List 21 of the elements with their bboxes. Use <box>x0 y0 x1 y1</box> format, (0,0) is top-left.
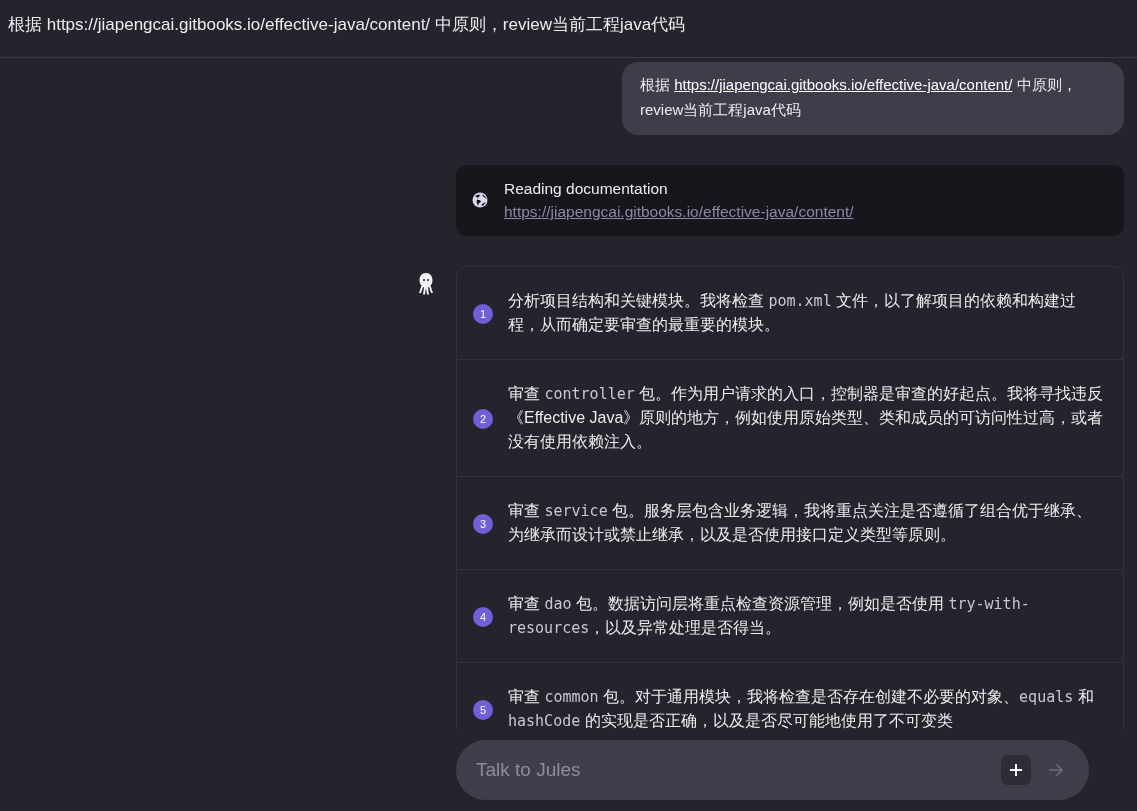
activity-title: Reading documentation <box>504 179 669 199</box>
add-button[interactable] <box>1001 755 1031 785</box>
step-number: 3 <box>473 514 493 534</box>
plus-icon <box>1009 763 1023 777</box>
step-text: 审查 service 包。服务层包含业务逻辑，我将重点关注是否遵循了组合优于继承、为继承而设计或禁止继承，以及是否使用接口定义类型等原则。 <box>508 500 1094 545</box>
step-text: 审查 controller 包。作为用户请求的入口，控制器是审查的好起点。我将寻找违反《Effective Java》原则的地方，例如使用原始类型、类和成员的可访问性过高，或者没有使用依赖注入。 <box>508 383 1105 452</box>
step-text: 分析项目结构和关键模块。我将检查 pom.xml 文件，以了解项目的依赖和构建过程，从而确定要审查的最重要的模块。 <box>508 290 1078 335</box>
step-text: 审查 common 包。对于通用模块，我将检查是否存在创建不必要的对象、equals 和 hashCode 的实现是否正确，以及是否尽可能地使用了不可变类 <box>508 686 1095 730</box>
globe-icon <box>472 192 488 209</box>
user-message: 根据 https://jiapengcai.gitbooks.io/effective-java/content/ 中原则，review当前工程java代码 <box>622 62 1124 135</box>
message-input[interactable]: Talk to Jules <box>456 740 1089 800</box>
documentation-link[interactable]: https://jiapengcai.gitbooks.io/effective-java/content/ <box>504 200 854 224</box>
conversation-title: 根据 https://jiapengcai.gitbooks.io/effective-java/content/ 中原则，review当前工程java代码 <box>0 0 1137 58</box>
arrow-icon <box>1048 763 1064 777</box>
step-number: 4 <box>473 607 493 627</box>
step-number: 2 <box>473 409 493 429</box>
step-number: 5 <box>473 700 493 720</box>
step-text: 审查 dao 包。数据访问层将重点检查资源管理，例如是否使用 try-with-resources，以及异常处理是否得当。 <box>508 593 1031 639</box>
url-link[interactable]: https://jiapengcai.gitbooks.io/effective-java/content/ <box>674 76 1013 93</box>
octopus-icon <box>416 271 436 296</box>
step-number: 1 <box>473 304 493 324</box>
